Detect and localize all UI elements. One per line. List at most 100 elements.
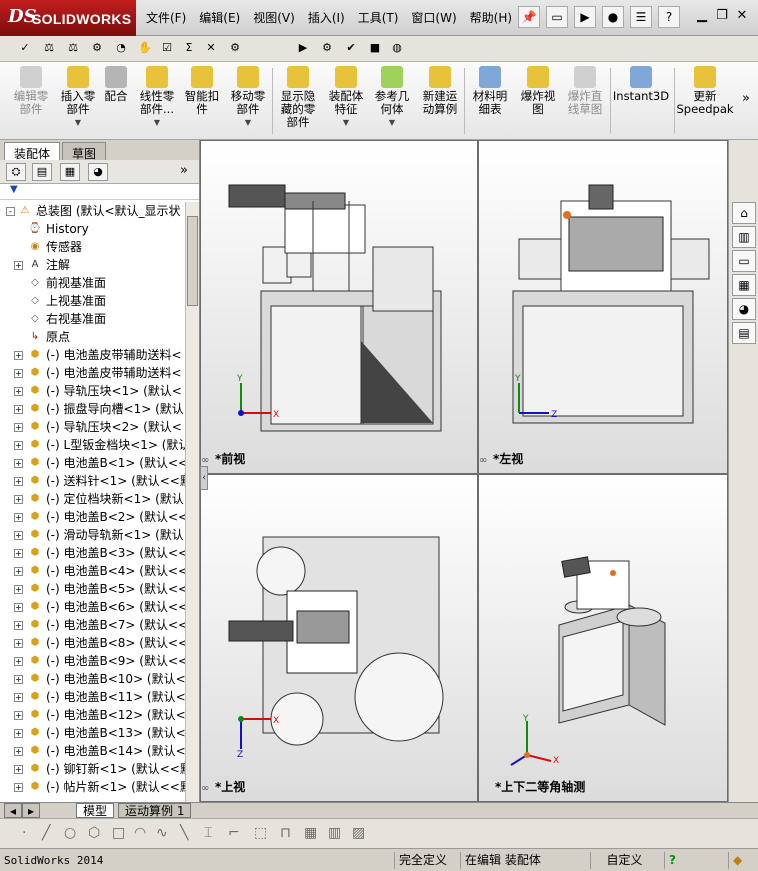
explode-line-sketch-button[interactable]: 爆炸直 线草图 (562, 66, 608, 116)
tree-item[interactable]: + ⬢ (-) 电池盖B<11> (默认<< (0, 688, 186, 706)
expand-icon[interactable]: + (14, 747, 23, 756)
viewport-left[interactable]: Z Y ∞ *左视 (478, 140, 728, 474)
check-circle-icon[interactable]: ✔ (342, 39, 360, 57)
tree-item[interactable]: + ⬢ (-) 电池盖B<13> (默认<< (0, 724, 186, 742)
checkbox-icon[interactable]: ☑ (158, 39, 176, 57)
rectangle-icon[interactable]: □ (112, 825, 125, 841)
tree-item[interactable]: + A 注解 (0, 256, 186, 274)
scrollbar-thumb[interactable] (187, 216, 198, 306)
tree-item[interactable]: ◇ 前视基准面 (0, 274, 186, 292)
trim-icon[interactable]: ╲ (180, 825, 188, 841)
edit-component-button[interactable]: 编辑零 部件 (6, 66, 56, 116)
tab-assembly[interactable]: 装配体 (4, 142, 61, 161)
tab-scroll-left-icon[interactable]: ◂ (4, 803, 22, 818)
graphics-area[interactable]: ⌕ ⌕ ↶ ◧ ▣ ▤ ◎ ● ◍ ▦ ◫ ▭ ❐ ✕ (200, 140, 728, 802)
tree-item[interactable]: + ⬢ (-) 电池盖B<14> (默认<< (0, 742, 186, 760)
feature-manager-icon[interactable]: ⛭ (6, 163, 26, 181)
expand-icon[interactable]: + (14, 441, 23, 450)
collapse-panel-handle[interactable]: ‹ (200, 466, 208, 490)
expand-icon[interactable]: + (14, 729, 23, 738)
expand-icon[interactable]: + (14, 675, 23, 684)
tree-root-assembly[interactable]: - ⚠ 总装图 (默认<默认_显示状 (0, 202, 186, 220)
balance-icon[interactable]: ⚖ (40, 39, 58, 57)
line-icon[interactable]: ╱ (42, 825, 50, 841)
tree-filter[interactable]: ▼ (0, 184, 199, 200)
tab-sketch[interactable]: 草图 (62, 142, 107, 161)
exploded-view-button[interactable]: 爆炸视 图 (516, 66, 560, 116)
menu-edit[interactable]: 编辑(E) (199, 9, 240, 26)
viewport-top[interactable]: X Z ∞ *上视 (200, 474, 478, 802)
help-icon[interactable]: ? (658, 6, 680, 28)
bill-of-materials-button[interactable]: 材料明 细表 (468, 66, 512, 116)
expand-icon[interactable]: + (14, 567, 23, 576)
balance2-icon[interactable]: ⚖ (64, 39, 82, 57)
expand-icon[interactable]: + (14, 459, 23, 468)
chevron-down-icon[interactable]: ▼ (370, 116, 414, 129)
chevron-down-icon[interactable]: ▼ (56, 116, 100, 129)
expand-icon[interactable]: + (14, 405, 23, 414)
circle-icon[interactable]: ○ (64, 825, 76, 841)
assembly-features-button[interactable]: 装配体 特征 ▼ (324, 66, 368, 129)
expand-icon[interactable]: + (14, 495, 23, 504)
tree-item[interactable]: + ⬢ (-) 振盘导向槽<1> (默认 (0, 400, 186, 418)
color-square-icon[interactable]: ■ (366, 39, 384, 57)
offset-icon[interactable]: ⌶ (204, 825, 212, 841)
spline-icon[interactable]: ∿ (156, 825, 168, 841)
expand-icon[interactable]: + (14, 639, 23, 648)
close-icon[interactable]: ✕ (732, 8, 752, 23)
arc-icon[interactable]: ◠ (134, 825, 146, 841)
tab-model[interactable]: 模型 (76, 803, 115, 818)
help-status-icon[interactable]: ? (664, 852, 686, 869)
more-commands-icon[interactable]: » (738, 92, 754, 105)
expand-icon[interactable]: + (14, 693, 23, 702)
mate-button[interactable]: 配合 (100, 66, 132, 103)
mirror-icon[interactable]: ▥ (328, 825, 341, 841)
tree-item[interactable]: ◇ 右视基准面 (0, 310, 186, 328)
tree-item[interactable]: ◉ 传感器 (0, 238, 186, 256)
units-status[interactable]: 自定义 (590, 852, 658, 869)
solidworks-logo[interactable]: DS SOLIDWORKS (0, 0, 136, 36)
tree-item[interactable]: + ⬢ (-) 电池盖B<6> (默认<< (0, 598, 186, 616)
hide-icon[interactable]: ✕ (202, 39, 220, 57)
tree-item[interactable]: + ⬢ (-) 电池盖B<4> (默认<< (0, 562, 186, 580)
tree-item[interactable]: + ⬢ (-) 电池盖B<12> (默认<< (0, 706, 186, 724)
tree-item[interactable]: + ⬢ (-) L型钣金档块<1> (默认 (0, 436, 186, 454)
dimension-icon[interactable]: ⊓ (280, 825, 291, 841)
menu-tools[interactable]: 工具(T) (358, 9, 399, 26)
gear-icon[interactable]: ⚙ (318, 39, 336, 57)
expand-icon[interactable]: + (14, 549, 23, 558)
tree-item[interactable]: + ⬢ (-) 电池盖皮带辅助送料< (0, 364, 186, 382)
update-speedpak-button[interactable]: 更新 Speedpak (676, 66, 734, 116)
expand-icon[interactable]: + (14, 711, 23, 720)
menu-window[interactable]: 窗口(W) (411, 9, 456, 26)
tab-scroll-right-icon[interactable]: ▸ (22, 803, 40, 818)
tree-item[interactable]: + ⬢ (-) 送料针<1> (默认<<默 (0, 472, 186, 490)
grid-icon[interactable]: ▦ (304, 825, 317, 841)
viewport-front[interactable]: X Y ∞ *前视 (200, 140, 478, 474)
chevron-down-icon[interactable]: ▼ (226, 116, 270, 129)
display-manager-icon[interactable]: ◕ (88, 163, 108, 181)
tree-item[interactable]: ⌚ History (0, 220, 186, 238)
tree-item[interactable]: + ⬢ (-) 电池盖B<8> (默认<< (0, 634, 186, 652)
menu-file[interactable]: 文件(F) (146, 9, 186, 26)
minimize-icon[interactable]: ▁ (692, 8, 712, 23)
tree-item[interactable]: + ⬢ (-) 定位档块新<1> (默认 (0, 490, 186, 508)
tree-item[interactable]: + ⬢ (-) 电池盖B<10> (默认<< (0, 670, 186, 688)
polygon-icon[interactable]: ⬡ (88, 825, 100, 841)
tree-item[interactable]: + ⬢ (-) 电池盖B<2> (默认<< (0, 508, 186, 526)
tree-item[interactable]: + ⬢ (-) 电池盖B<3> (默认<< (0, 544, 186, 562)
new-document-icon[interactable]: ▭ (546, 6, 568, 28)
configuration-manager-icon[interactable]: ▦ (60, 163, 80, 181)
tree-item[interactable]: + ⬢ (-) 铆钉新<1> (默认<<默 (0, 760, 186, 778)
show-hidden-components-button[interactable]: 显示隐 藏的零 部件 (276, 66, 320, 129)
tree-item[interactable]: + ⬢ (-) 电池盖B<5> (默认<< (0, 580, 186, 598)
collapse-icon[interactable]: - (6, 207, 15, 216)
property-manager-icon[interactable]: ▤ (32, 163, 52, 181)
expand-icon[interactable]: + (14, 387, 23, 396)
expand-icon[interactable]: + (14, 423, 23, 432)
tree-item[interactable]: + ⬢ (-) 导轨压块<2> (默认< (0, 418, 186, 436)
menu-insert[interactable]: 插入(I) (308, 9, 345, 26)
tree-item[interactable]: + ⬢ (-) 滑动导轨新<1> (默认 (0, 526, 186, 544)
tooltip-status-icon[interactable]: ◆ (728, 852, 754, 869)
expand-icon[interactable]: + (14, 513, 23, 522)
